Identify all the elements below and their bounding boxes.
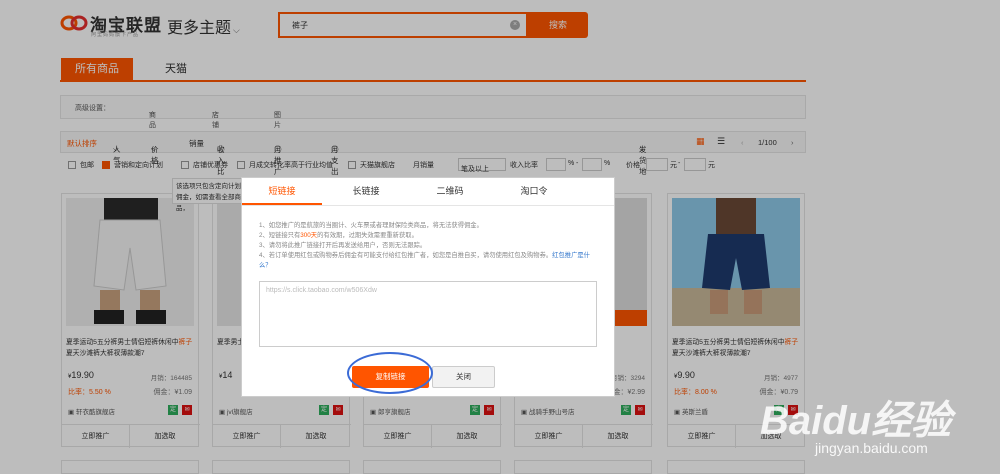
baidu-watermark-url: jingyan.baidu.com (815, 440, 928, 456)
close-button[interactable]: 关闭 (432, 366, 495, 388)
note-line: 3、请勿将此推广链接打开后再发送给用户，否则无法跟踪。 (259, 242, 427, 249)
baidu-watermark: Baidu经验 (760, 399, 952, 443)
tab-short-link[interactable]: 短链接 (242, 178, 322, 205)
note-line: 2、短链接只有300天的有效期，过期失效需要重新获取。 (259, 231, 601, 241)
link-textarea[interactable]: https://s.click.taobao.com/w506Xdw (259, 281, 597, 347)
tab-tao-password[interactable]: 淘口令 (494, 178, 574, 205)
note-text: 4、若订单使用红包或购物券后佣金有可能支付给红包推广者，如您是自推自买，请勿使用… (259, 252, 553, 259)
note-line: 1、如您推广的是航旅的当圈计、火车票或者理财保险类商品，将无法获得佣金。 (259, 222, 483, 229)
note-line: 4、若订单使用红包或购物券后佣金有可能支付给红包推广者，如您是自推自买，请勿使用… (259, 251, 601, 271)
note-text: 的有效期，过期失效需要重新获取。 (317, 232, 418, 239)
usage-notes: 1、如您推广的是航旅的当圈计、火车票或者理财保险类商品，将无法获得佣金。 2、短… (259, 221, 601, 271)
note-highlight: 300天 (300, 232, 318, 239)
tab-long-link[interactable]: 长链接 (326, 178, 406, 205)
link-placeholder: https://s.click.taobao.com/w506Xdw (266, 287, 377, 294)
tab-qr-code[interactable]: 二维码 (410, 178, 490, 205)
highlight-ring (347, 352, 433, 394)
note-text: 2、短链接只有 (259, 232, 301, 239)
tab-divider (242, 205, 614, 206)
